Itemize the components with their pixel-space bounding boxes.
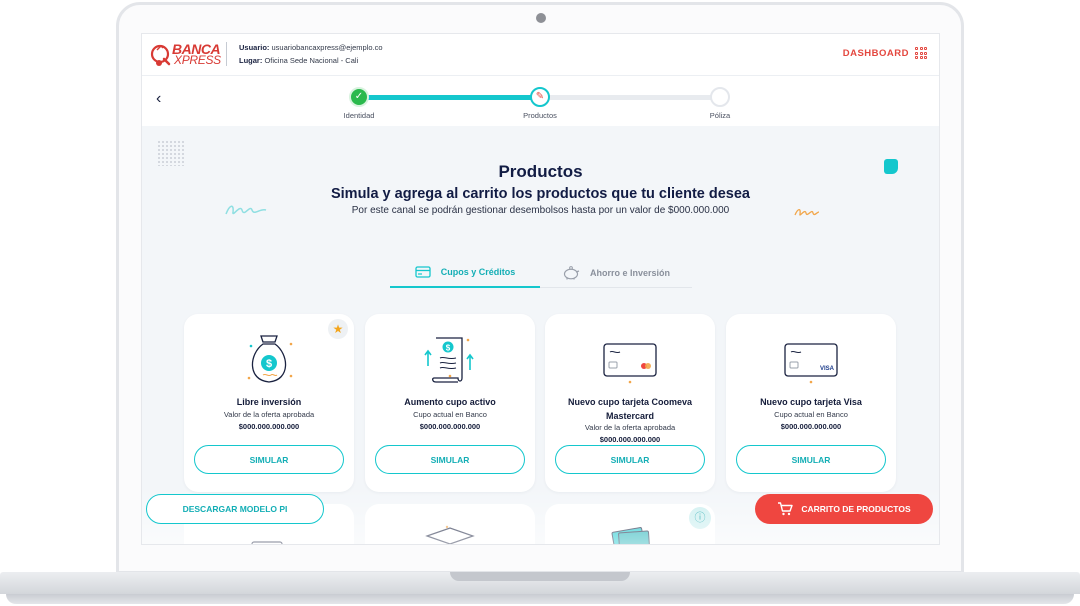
product-card-visa[interactable]: VISA Nuevo cupo tarjeta Visa Cupo actual…: [726, 314, 896, 492]
card-title: Nuevo cupo tarjeta Visa: [760, 397, 862, 407]
carrito-productos-button[interactable]: CARRITO DE PRODUCTOS: [755, 494, 933, 524]
step-label-identidad: Identidad: [343, 111, 375, 120]
star-icon[interactable]: ★: [328, 319, 348, 339]
product-card-row2-3[interactable]: ⓘ: [545, 504, 715, 544]
info-icon[interactable]: ⓘ: [689, 507, 711, 529]
card-subtitle: Valor de la oferta aprobada: [223, 410, 315, 419]
header-divider: [226, 42, 227, 66]
tab-ahorro-label: Ahorro e Inversión: [589, 268, 670, 278]
carrito-label: CARRITO DE PRODUCTOS: [801, 504, 911, 514]
product-card-coomeva-mastercard[interactable]: Nuevo cupo tarjeta Coomeva Mastercard Va…: [545, 314, 715, 492]
laptop-base-bottom: [6, 594, 1074, 604]
back-arrow-icon[interactable]: ‹: [156, 90, 161, 108]
user-email: usuariobancaxpress@ejemplo.co: [271, 43, 383, 52]
tab-cupos-creditos[interactable]: Cupos y Créditos: [390, 258, 540, 288]
camera-icon: [536, 13, 546, 23]
banca-xpress-logo[interactable]: BANCA XPRESS: [150, 40, 221, 70]
money-bag-icon: $: [247, 335, 293, 383]
card-title: Aumento cupo activo: [404, 397, 496, 407]
product-card-row2-2[interactable]: [365, 504, 535, 544]
visa-card-icon: VISA: [784, 343, 838, 384]
simular-button[interactable]: SIMULAR: [194, 445, 344, 474]
dashboard-label: DASHBOARD: [842, 47, 909, 59]
step-identidad-check-icon[interactable]: ✓: [349, 87, 369, 107]
card-subtitle: Cupo actual en Banco: [774, 410, 848, 419]
step-label-productos: Productos: [523, 111, 557, 120]
shopping-cart-icon: [778, 502, 794, 516]
page-subtitle: Simula y agrega al carrito los productos…: [330, 186, 750, 202]
card-value: $000.000.000.000: [419, 422, 481, 431]
dashboard-link[interactable]: DASHBOARD: [843, 47, 927, 59]
product-illustration-icon: [251, 541, 283, 544]
svg-text:$: $: [266, 358, 272, 370]
step-label-poliza: Póliza: [709, 111, 731, 120]
top-bar: BANCA XPRESS Usuario: usuariobancaxpress…: [142, 34, 939, 76]
card-value: $000.000.000.000: [780, 422, 842, 431]
laptop-notch: [450, 572, 630, 581]
descargar-modelo-button[interactable]: DESCARGAR MODELO PI: [146, 494, 324, 524]
product-card-aumento-cupo[interactable]: $ Aumento cupo activo Cupo actual en Ban…: [365, 314, 535, 492]
place-label: Lugar:: [239, 56, 263, 65]
document-increase-icon: $: [424, 337, 474, 383]
card-title: Nuevo cupo tarjeta Coomeva Mastercard: [567, 397, 693, 421]
mastercard-card-icon: [603, 343, 657, 384]
piggy-bank-icon: [563, 266, 580, 280]
cash-stack-icon: [611, 527, 650, 544]
stepper-track-fill: [359, 95, 540, 100]
card-value: $000.000.000.000: [238, 422, 300, 431]
card-title: Libre inversión: [236, 397, 302, 407]
grid-icon: [915, 47, 927, 59]
page-title: Productos: [498, 162, 583, 181]
tab-cupos-label: Cupos y Créditos: [440, 267, 516, 277]
visa-brand-text: VISA: [820, 366, 835, 372]
credit-card-icon: [415, 266, 431, 278]
progress-stepper: ‹ ✓ ✎ Identidad Productos Póliza: [142, 76, 939, 126]
simular-button[interactable]: SIMULAR: [555, 445, 705, 474]
step-poliza-dot[interactable]: [710, 87, 730, 107]
logo-text-xpress: XPRESS: [174, 53, 221, 67]
simular-button[interactable]: SIMULAR: [375, 445, 525, 474]
product-tabs: Cupos y Créditos Ahorro e Inversión: [390, 258, 692, 288]
app-screen: BANCA XPRESS Usuario: usuariobancaxpress…: [141, 33, 940, 545]
svg-text:$: $: [446, 344, 451, 353]
graduation-cap-icon: [425, 525, 475, 544]
user-label: Usuario:: [239, 43, 270, 52]
step-productos-pen-icon[interactable]: ✎: [530, 87, 550, 107]
place-value: Oficina Sede Nacional - Cali: [264, 56, 359, 65]
logo-mark-icon: [150, 44, 171, 66]
simular-button[interactable]: SIMULAR: [736, 445, 886, 474]
card-subtitle: Cupo actual en Banco: [413, 410, 487, 419]
user-info: Usuario: usuariobancaxpress@ejemplo.co L…: [239, 41, 383, 67]
card-value: $000.000.000.000: [599, 435, 661, 444]
product-card-libre-inversion[interactable]: ★ $ Libre inversión Valor de la oferta a…: [184, 314, 354, 492]
tab-ahorro-inversion[interactable]: Ahorro e Inversión: [540, 258, 692, 288]
card-subtitle: Valor de la oferta aprobada: [584, 423, 676, 432]
page-note: Por este canal se podrán gestionar desem…: [351, 205, 730, 216]
hero-section: Productos Simula y agrega al carrito los…: [142, 162, 939, 216]
